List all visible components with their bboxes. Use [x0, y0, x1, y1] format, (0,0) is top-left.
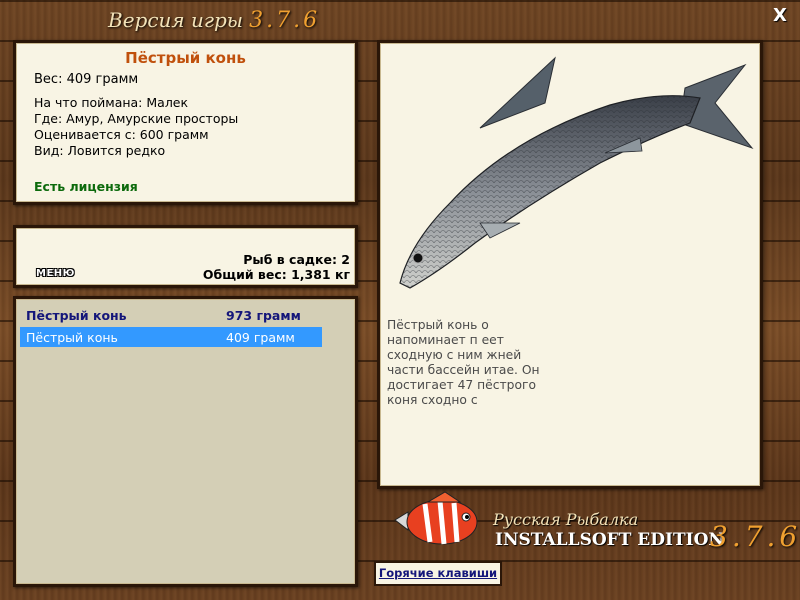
logo-edition: INSTALLSOFT EDITION: [495, 530, 724, 550]
caught-fish-list: Пёстрый конь 973 грамм Пёстрый конь 409 …: [13, 296, 358, 587]
description-line: достигает 47 пёстрого: [387, 378, 536, 392]
fish-bait: На что поймана: Малек: [34, 95, 189, 110]
fish-info-panel: Пёстрый конь Вес: 409 грамм На что пойма…: [13, 40, 358, 205]
description-line: части бассейн итае. Он: [387, 363, 540, 377]
list-item-weight: 973 грамм: [226, 307, 301, 323]
list-item[interactable]: Пёстрый конь 973 грамм: [20, 305, 322, 325]
list-item-weight: 409 грамм: [226, 329, 295, 345]
hotkeys-button[interactable]: Горячие клавиши: [374, 561, 502, 586]
description-line: Пёстрый конь о: [387, 318, 489, 332]
keepnet-panel: МЕНЮ Рыб в садке: 2 Общий вес: 1,381 кг: [13, 225, 358, 288]
list-item-name: Пёстрый конь: [26, 307, 127, 323]
menu-button[interactable]: МЕНЮ: [36, 268, 75, 279]
close-button[interactable]: X: [770, 6, 790, 26]
license-status: Есть лицензия: [34, 179, 138, 194]
fish-rated-from: Оценивается с: 600 грамм: [34, 127, 209, 142]
description-line: сходную с ним жней: [387, 348, 522, 362]
fish-kind: Вид: Ловится редко: [34, 143, 166, 158]
title-text: Версия игры: [108, 8, 244, 32]
list-item-name: Пёстрый конь: [26, 329, 118, 345]
fish-picture-panel: Пёстрый конь о напоминает п еет сходную …: [377, 40, 763, 489]
keepnet-stats: Рыб в садке: 2 Общий вес: 1,381 кг: [203, 252, 350, 282]
keepnet-fish-count: Рыб в садке: 2: [243, 252, 350, 267]
title-version: 3.7.6: [249, 8, 321, 33]
description-line: коня сходно с: [387, 393, 478, 407]
logo-fish-icon: [394, 491, 478, 545]
list-item-selected[interactable]: Пёстрый конь 409 грамм: [20, 327, 322, 347]
fish-weight: Вес: 409 грамм: [34, 72, 139, 87]
fish-location: Где: Амур, Амурские просторы: [34, 111, 239, 126]
fish-description: Пёстрый конь о напоминает п еет сходную …: [387, 318, 747, 408]
description-line: напоминает п еет: [387, 333, 504, 347]
keepnet-total-weight: Общий вес: 1,381 кг: [202, 267, 350, 282]
logo-game-name: Русская Рыбалка: [493, 510, 639, 529]
fish-image: [399, 56, 754, 289]
logo-version: 3.7.6: [710, 520, 800, 553]
fish-name: Пёстрый конь: [125, 49, 246, 67]
window-title: Версия игры 3.7.6: [108, 8, 320, 33]
